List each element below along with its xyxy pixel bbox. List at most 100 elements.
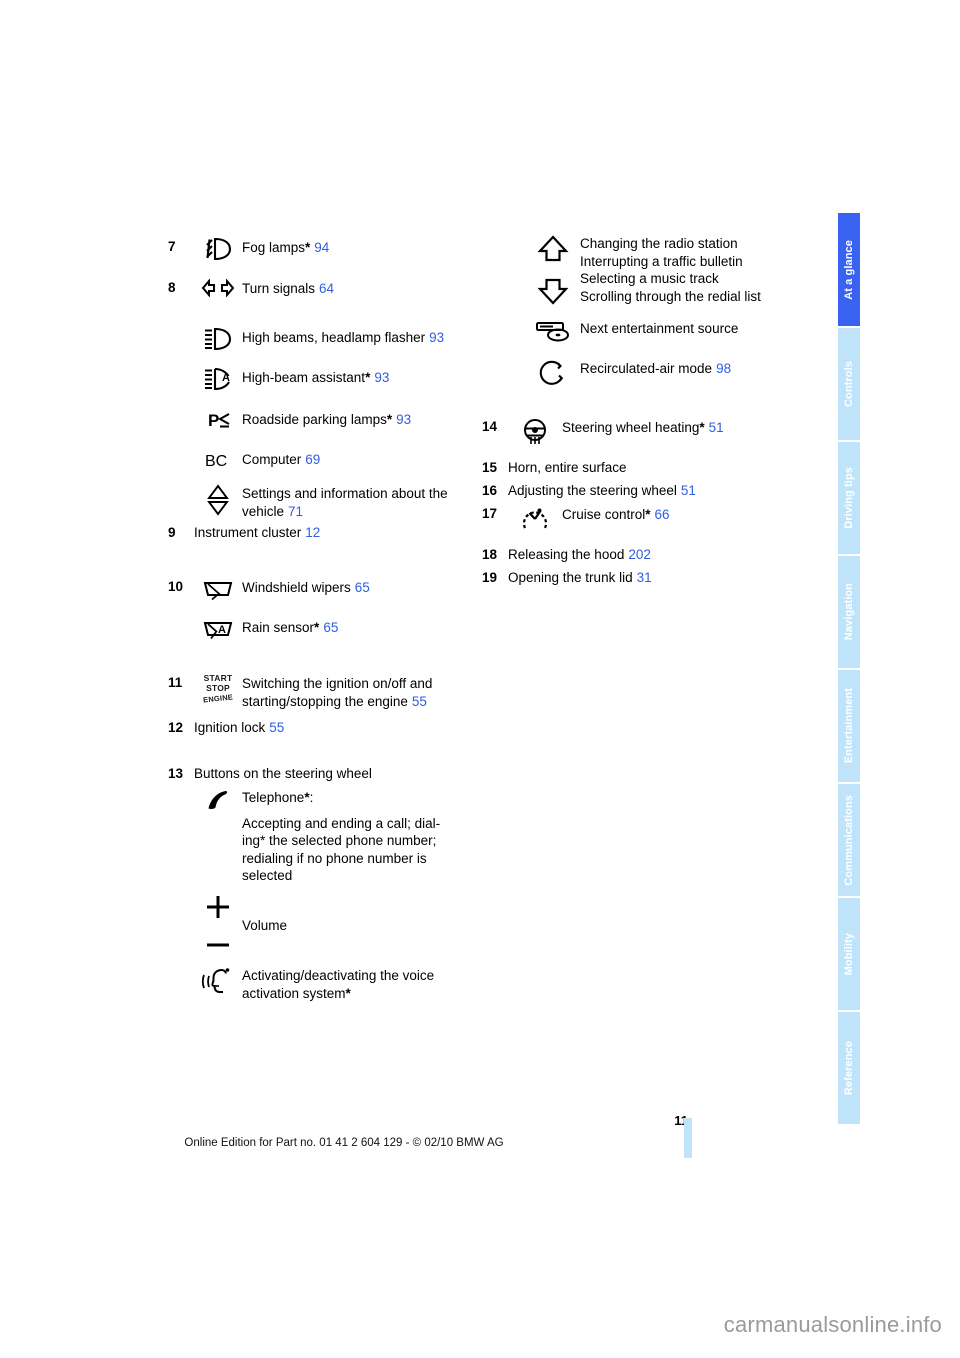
option-asterisk: *	[365, 370, 371, 385]
entry-label: Roadside parking lamps	[242, 412, 387, 427]
entry-label-line-2-wrap: activation system*	[242, 985, 434, 1003]
roadside-parking-lamp-icon: P	[194, 410, 242, 430]
telephone-heading-suffix: :	[309, 790, 314, 805]
entry-horn: 15 Horn, entire surface	[482, 459, 627, 477]
entry-steering-wheel-buttons: 13 Buttons on the steering wheel	[168, 765, 372, 783]
entry-number: 16	[482, 483, 498, 498]
entry-number: 19	[482, 570, 498, 585]
entry-start-stop-engine: 11 START STOP ENGINE Switching the ignitio…	[168, 673, 432, 710]
manual-page: 7 Fog lamps* 94 8 Turn signals 64 High b…	[0, 0, 960, 1290]
entry-volume: Volume	[168, 893, 287, 955]
entry-label: Buttons on the steering wheel	[194, 766, 372, 781]
entry-text: Settings and information about the vehic…	[242, 484, 448, 520]
page-ref: 12	[305, 525, 321, 540]
tab-navigation[interactable]: Navigation	[838, 556, 860, 668]
svg-text:A: A	[218, 624, 226, 636]
telephone-handset-icon	[194, 788, 242, 822]
entertainment-source-icon	[526, 319, 580, 343]
entry-label: Windshield wipers	[242, 580, 351, 595]
entry-number: 7	[168, 239, 176, 254]
voice-activation-icon	[194, 966, 242, 996]
entry-text: Steering wheel heating* 51	[562, 418, 724, 437]
page-ref: 93	[396, 412, 412, 427]
entry-label-line-1: Settings and information about the	[242, 486, 448, 501]
page-ref: 64	[319, 281, 335, 296]
tab-label: Controls	[843, 360, 855, 408]
entry-text: Ignition lock 55	[194, 719, 284, 737]
entry-steering-wheel-heating: 14 Steering wheel heating* 51	[482, 418, 724, 448]
entry-turn-signals: 8 Turn signals 64	[168, 279, 334, 298]
telephone-body-line-3: redialing if no phone number is	[242, 850, 427, 866]
entry-label: Rain sensor	[242, 620, 315, 635]
page-ref: 31	[636, 570, 652, 585]
tab-communications[interactable]: Communications	[838, 784, 860, 896]
entry-text: Instrument cluster 12	[194, 524, 320, 542]
entry-entertainment-source: Next entertainment source	[500, 319, 738, 343]
page-ref: 93	[374, 370, 390, 385]
entry-text: Activating/deactivating the voice activa…	[242, 966, 434, 1002]
entry-number: 15	[482, 460, 498, 475]
plus-minus-volume-icon	[194, 893, 242, 955]
entry-text: Windshield wipers 65	[242, 578, 370, 597]
entry-label: High beams, headlamp flasher	[242, 330, 426, 345]
entry-label: Opening the trunk lid	[508, 570, 633, 585]
tab-mobility[interactable]: Mobility	[838, 898, 860, 1010]
entry-releasing-hood: 18 Releasing the hood 202	[482, 546, 651, 564]
tab-label: Reference	[843, 1040, 855, 1096]
tab-label: Entertainment	[843, 688, 855, 764]
entry-text: Fog lamps* 94	[242, 238, 329, 257]
entry-number: 8	[168, 280, 176, 295]
svg-text:BC: BC	[205, 453, 227, 470]
tab-label: Driving tips	[843, 467, 855, 529]
entry-label: Fog lamps	[242, 240, 306, 255]
entry-text: Recirculated-air mode 98	[580, 359, 731, 378]
entry-computer: BC Computer 69	[168, 450, 320, 470]
entry-adjusting-steering-wheel: 16 Adjusting the steering wheel 51	[482, 482, 696, 500]
telephone-spacer	[242, 807, 440, 815]
entry-label-line-2: starting/stopping the engine	[242, 693, 408, 709]
tab-entertainment[interactable]: Entertainment	[838, 670, 860, 782]
entry-instrument-cluster: 9 Instrument cluster 12	[168, 524, 320, 542]
page-ref: 65	[354, 580, 370, 595]
tab-controls[interactable]: Controls	[838, 328, 860, 440]
page-number: 11	[674, 1113, 688, 1128]
high-beam-icon	[194, 328, 242, 350]
watermark-bar: carmanualsonline.info	[0, 1290, 960, 1358]
entry-label: Turn signals	[242, 281, 316, 296]
tab-reference[interactable]: Reference	[838, 1012, 860, 1124]
telephone-body-line-4: selected	[242, 868, 293, 883]
entry-text: Turn signals 64	[242, 279, 334, 298]
entry-text: Cruise control* 66	[562, 505, 670, 524]
rain-sensor-icon: A	[194, 618, 242, 642]
telephone-heading: Telephone*:	[242, 789, 440, 807]
entry-text: Releasing the hood 202	[508, 546, 651, 564]
entry-opening-trunk-lid: 19 Opening the trunk lid 31	[482, 569, 652, 587]
entry-text: Opening the trunk lid 31	[508, 569, 652, 587]
start-stop-engine-glyph: START STOP ENGINE	[202, 673, 234, 705]
windshield-wiper-icon	[194, 578, 242, 602]
entry-label-line-2: vehicle	[242, 503, 285, 519]
cruise-control-icon	[508, 505, 562, 533]
entry-number: 11	[168, 675, 183, 690]
entry-recirculated-air: Recirculated-air mode 98	[500, 359, 731, 387]
option-asterisk: *	[305, 240, 311, 255]
entry-text: Rain sensor* 65	[242, 618, 338, 637]
entry-text: Telephone*: Accepting and ending a call;…	[242, 788, 440, 885]
tab-driving-tips[interactable]: Driving tips	[838, 442, 860, 554]
footer-note: Online Edition for Part no. 01 41 2 604 …	[184, 1137, 504, 1149]
page-ref: 202	[628, 547, 651, 562]
entry-label: Instrument cluster	[194, 525, 302, 540]
page-ref: 51	[680, 483, 696, 498]
entry-label: Steering wheel heating	[562, 420, 700, 435]
page-ref: 98	[716, 361, 732, 376]
page-ref: 69	[305, 452, 321, 467]
section-tab-rail: At a glance Controls Driving tips Naviga…	[838, 213, 860, 1178]
tab-label: At a glance	[843, 239, 855, 300]
entry-number: 17	[482, 506, 498, 521]
page-ref: 66	[654, 507, 670, 522]
option-asterisk: *	[645, 507, 651, 522]
tab-at-a-glance[interactable]: At a glance	[838, 213, 860, 326]
up-down-arrow-icon	[526, 234, 580, 306]
entry-label: Next entertainment source	[580, 321, 739, 336]
entry-text: High beams, headlamp flasher 93	[242, 328, 444, 347]
